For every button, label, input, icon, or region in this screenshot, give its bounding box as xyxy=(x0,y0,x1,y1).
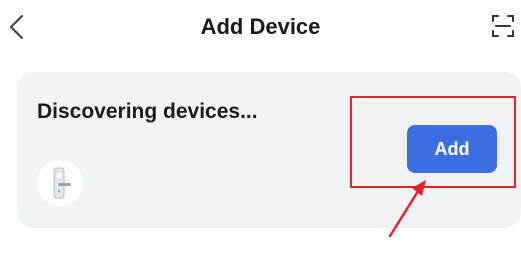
smart-lock-icon xyxy=(37,160,83,206)
discovering-status-text: Discovering devices... xyxy=(37,100,258,123)
highlight-box xyxy=(350,96,516,188)
scan-icon[interactable] xyxy=(491,14,515,38)
header-bar: Add Device xyxy=(0,0,521,58)
page-title: Add Device xyxy=(200,14,321,39)
pointer-arrow-icon xyxy=(388,180,426,238)
